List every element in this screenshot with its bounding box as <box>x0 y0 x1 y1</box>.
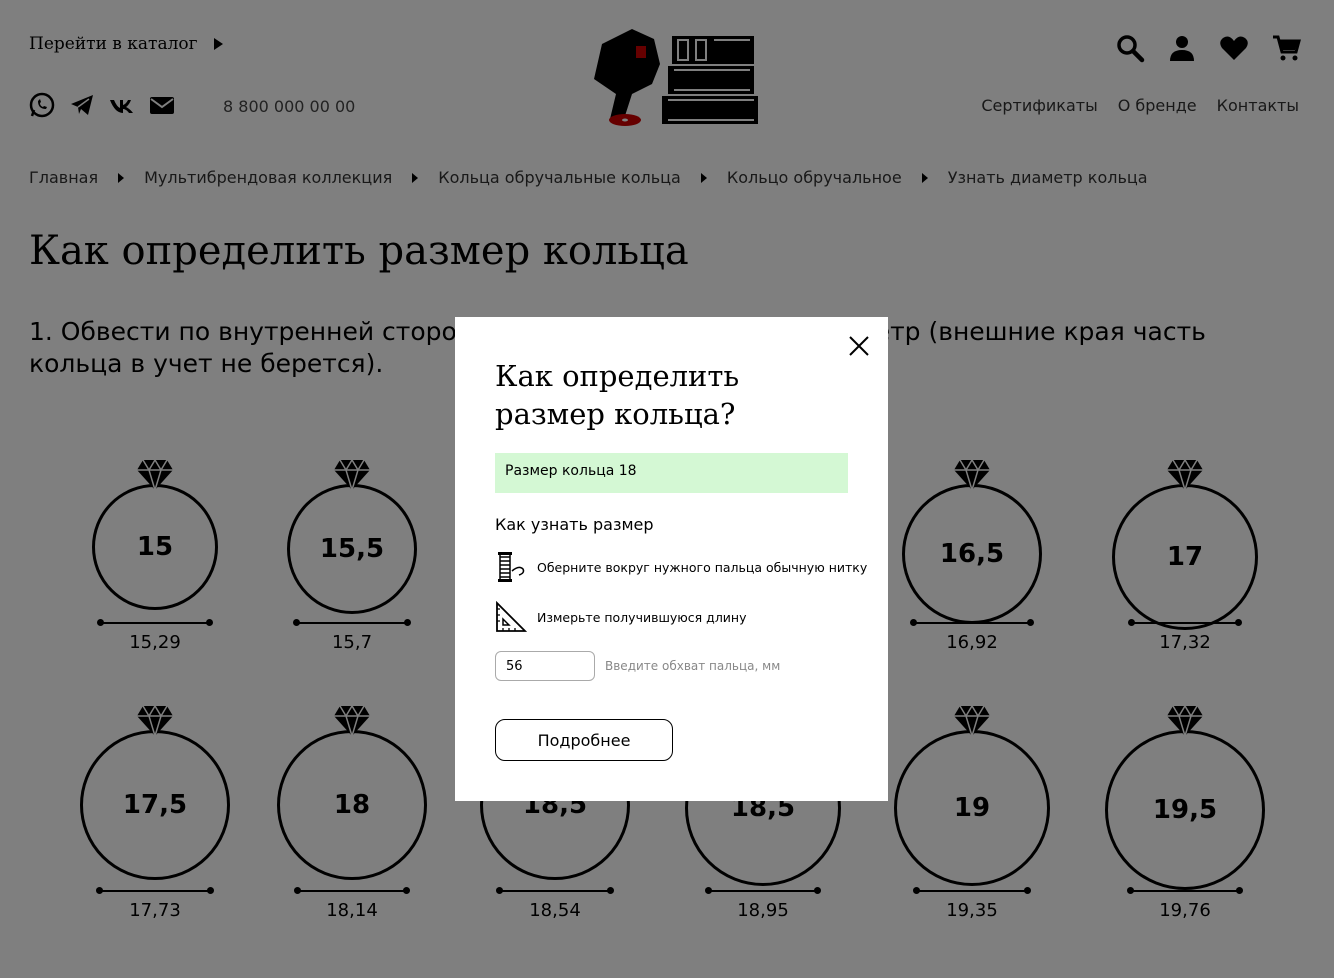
thread-spool-icon <box>495 551 527 583</box>
more-button[interactable]: Подробнее <box>495 719 673 761</box>
page: Перейти в каталог 8 800 000 00 00 <box>0 0 1334 978</box>
circumference-hint: Введите обхват пальца, мм <box>605 659 781 673</box>
step-thread: Оберните вокруг нужного пальца обычную н… <box>495 551 867 583</box>
circumference-row: Введите обхват пальца, мм <box>495 651 780 681</box>
step-measure: Измерьте получившуюся длину <box>495 600 747 633</box>
modal-title: Как определить размер кольца? <box>495 359 740 431</box>
size-result: Размер кольца 18 <box>495 453 848 493</box>
circumference-input[interactable] <box>495 651 595 681</box>
close-icon[interactable] <box>848 335 870 357</box>
how-to-label: Как узнать размер <box>495 515 654 534</box>
step-thread-text: Оберните вокруг нужного пальца обычную н… <box>537 559 868 575</box>
step-measure-text: Измерьте получившуюся длину <box>537 609 747 625</box>
ruler-triangle-icon <box>495 600 528 633</box>
ring-size-modal: Как определить размер кольца? Размер кол… <box>455 317 888 801</box>
